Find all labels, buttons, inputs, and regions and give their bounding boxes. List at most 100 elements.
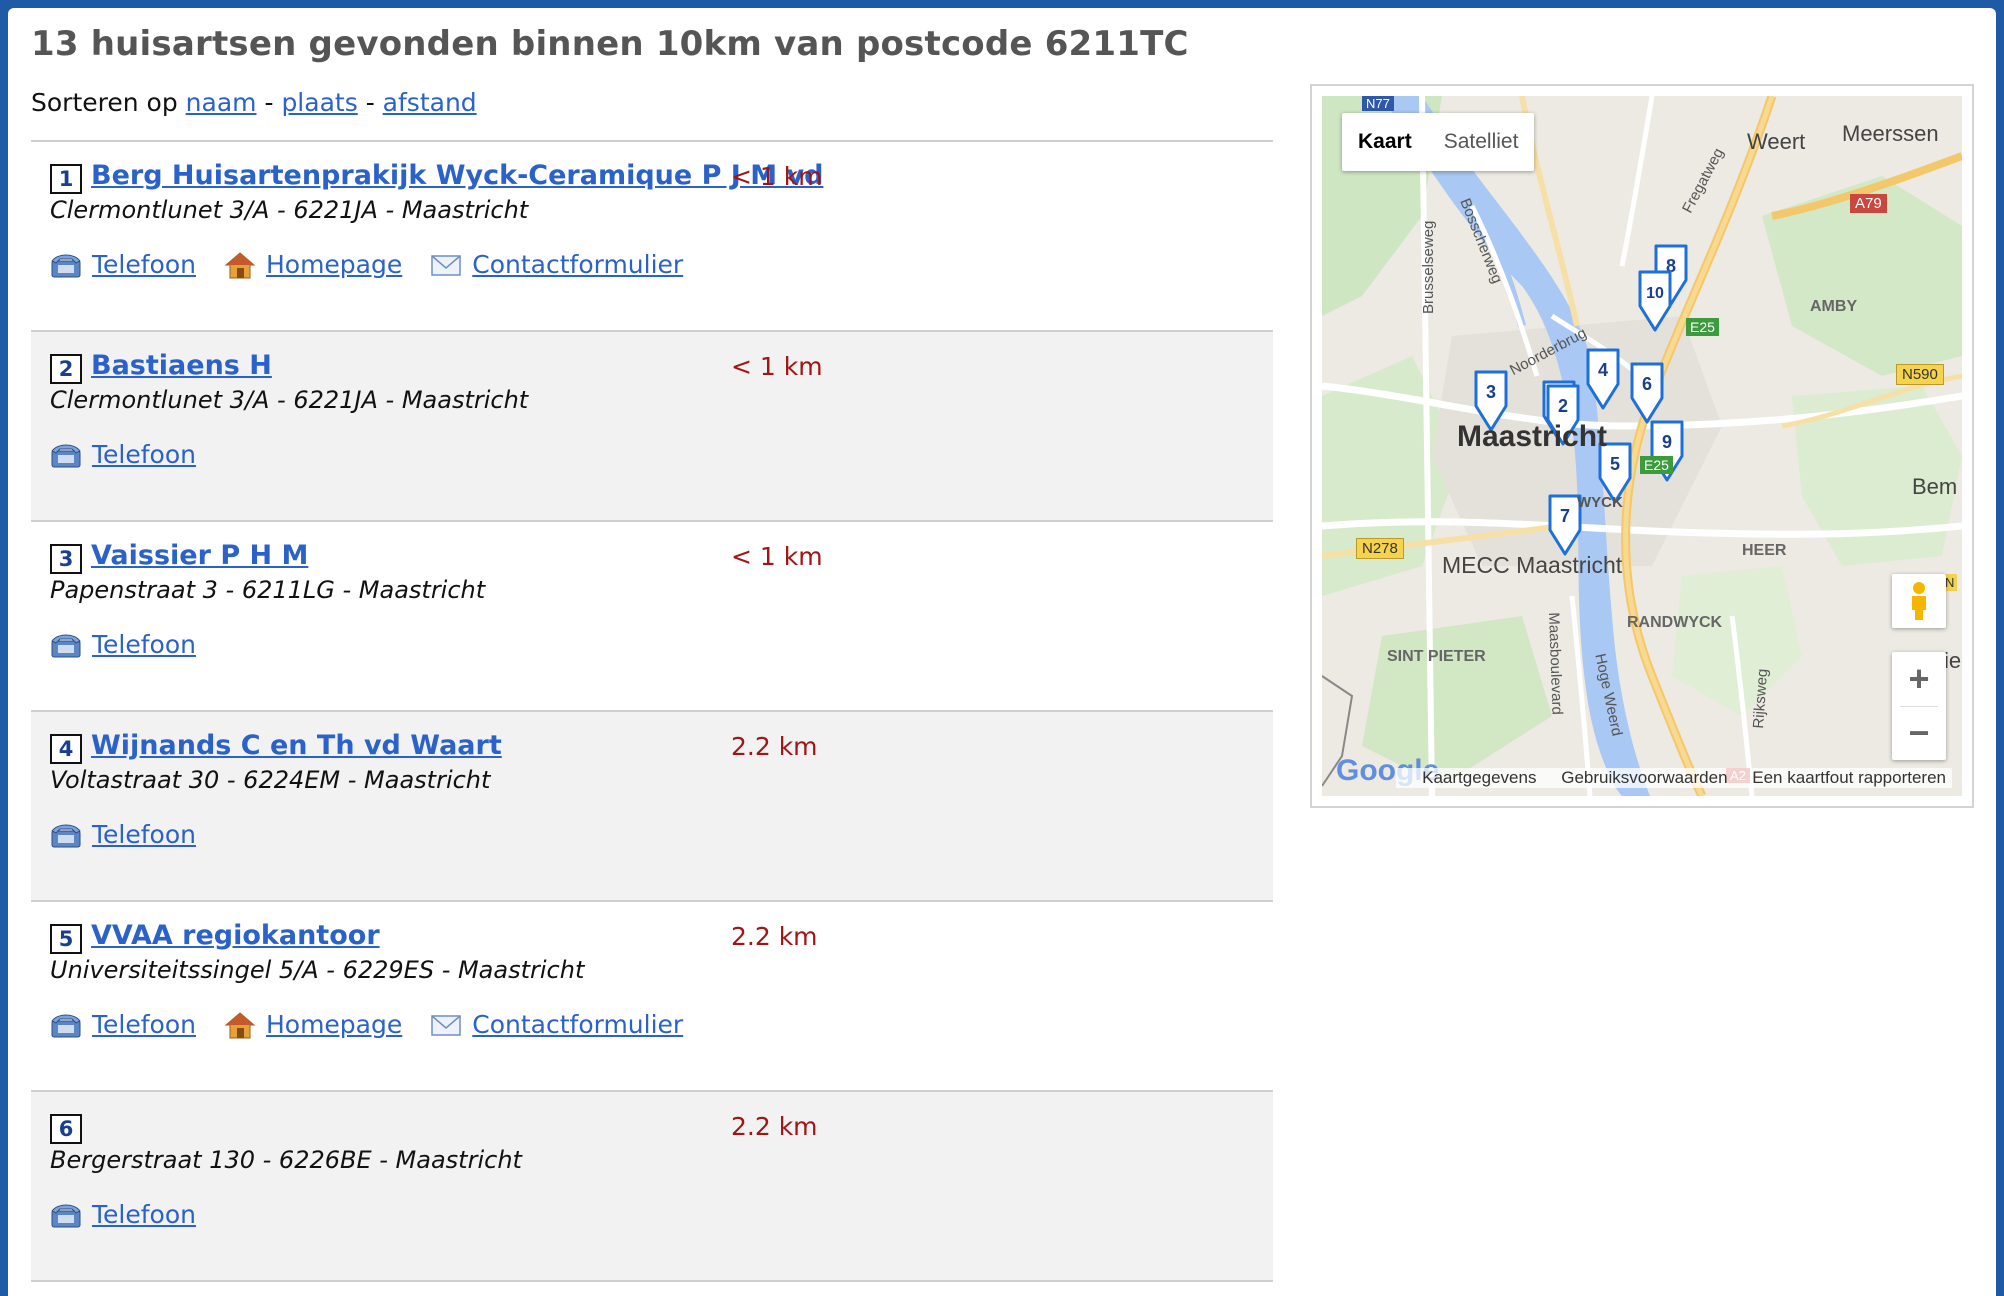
road-fregatweg [1619,96,1655,267]
map-label-town: Weert [1747,129,1806,154]
sort-separator: - [365,88,375,117]
telefoon-link[interactable]: Telefoon [92,250,196,279]
house-icon[interactable] [224,251,256,279]
road-shield-n77: N77 [1362,96,1394,111]
result-address: Bergerstraat 130 - 6226BE - Maastricht [50,1146,522,1174]
result-name-link[interactable]: Wijnands C en Th vd Waart [91,730,502,761]
zoom-in-button[interactable]: + [1892,652,1946,706]
sort-by-distance-link[interactable]: afstand [383,88,477,117]
action-contactformulier[interactable]: Contactformulier [430,1010,683,1039]
road-shield-a79: A79 [1850,194,1887,213]
result-actions: Telefoon [50,1200,224,1229]
action-telefoon[interactable]: Telefoon [50,1010,196,1039]
result-distance: 2.2 km [731,732,818,761]
telefoon-link[interactable]: Telefoon [92,630,196,659]
sort-by-name-link[interactable]: naam [186,88,257,117]
result-number-badge: 4 [50,734,82,764]
sort-by-place-link[interactable]: plaats [281,88,357,117]
terms-link[interactable]: Gebruiksvoorwaarden [1561,768,1727,787]
result-address: Voltastraat 30 - 6224EM - Maastricht [50,766,491,794]
street-view-pegman-icon[interactable] [1892,574,1946,628]
results-list: 1 Berg Huisartenprakijk Wyck-Ceramique P … [31,140,1273,1282]
action-telefoon[interactable]: Telefoon [50,820,196,849]
result-row: 4 Wijnands C en Th vd Waart 2.2 km Voltastr… [31,712,1273,902]
phone-icon[interactable] [50,441,82,469]
map-marker-label: 7 [1560,506,1570,526]
result-name-link[interactable]: Vaissier P H M [91,540,308,571]
result-row: 1 Berg Huisartenprakijk Wyck-Ceramique P … [31,142,1273,332]
result-number-badge: 6 [50,1114,82,1144]
phone-icon[interactable] [50,251,82,279]
envelope-icon[interactable] [430,1011,462,1039]
park-area [1322,356,1462,596]
envelope-icon[interactable] [430,251,462,279]
homepage-link[interactable]: Homepage [266,250,402,279]
map-type-satellite-button[interactable]: Satelliet [1428,113,1535,171]
result-row: 3 Vaissier P H M < 1 km Papenstraat 3 - 621… [31,522,1273,712]
result-address: Papenstraat 3 - 6211LG - Maastricht [50,576,486,604]
road-shield-n278: N278 [1356,538,1404,559]
result-distance: < 1 km [731,162,823,191]
telefoon-link[interactable]: Telefoon [92,1200,196,1229]
action-homepage[interactable]: Homepage [224,1010,402,1039]
action-telefoon[interactable]: Telefoon [50,1200,196,1229]
contactformulier-link[interactable]: Contactformulier [472,1010,683,1039]
telefoon-link[interactable]: Telefoon [92,820,196,849]
map-label-town: Meerssen [1842,121,1939,146]
zoom-out-button[interactable]: − [1892,706,1946,760]
house-icon[interactable] [224,1011,256,1039]
phone-icon[interactable] [50,1011,82,1039]
result-actions: Telefoon [50,630,224,659]
map-marker-label: 6 [1642,374,1652,394]
action-homepage[interactable]: Homepage [224,250,402,279]
road-shield-e25: E25 [1686,318,1719,336]
map-label-district: AMBY [1810,298,1858,315]
phone-icon[interactable] [50,1201,82,1229]
map-marker-label: 3 [1486,382,1496,402]
action-telefoon[interactable]: Telefoon [50,440,196,469]
result-number-badge: 5 [50,924,82,954]
map-marker-label: 4 [1598,360,1608,380]
result-actions: Telefoon [50,440,224,469]
phone-icon[interactable] [50,821,82,849]
map-label-district: SINT PIETER [1387,648,1486,665]
result-distance: 2.2 km [731,922,818,951]
map-footer-links: Kaartgegevens Gebruiksvoorwaarden Een ka… [1396,768,1952,788]
report-error-link[interactable]: Een kaartfout rapporteren [1752,768,1946,787]
map-marker-label: 9 [1662,432,1672,452]
action-telefoon[interactable]: Telefoon [50,250,196,279]
telefoon-link[interactable]: Telefoon [92,440,196,469]
sort-separator: - [264,88,274,117]
map-type-control: Kaart Satelliet [1342,113,1535,171]
map-label-street: Brusselseweg [1420,220,1437,314]
result-name-link[interactable]: Bastiaens H [91,350,272,381]
action-telefoon[interactable]: Telefoon [50,630,196,659]
map-label-district: HEER [1742,542,1787,559]
map-label-city: Maastricht [1457,420,1608,453]
result-row: 6 2.2 km Bergerstraat 130 - 6226BE - Maast… [31,1092,1273,1282]
result-number-badge: 3 [50,544,82,574]
result-name-link[interactable]: Berg Huisartenprakijk Wyck-Ceramique P J… [91,160,823,191]
homepage-link[interactable]: Homepage [266,1010,402,1039]
result-address: Clermontlunet 3/A - 6221JA - Maastricht [50,386,529,414]
map-label-street: Maasboulevard [1545,612,1566,716]
result-name-link[interactable]: VVAA regiokantoor [91,920,380,951]
map-label-town: Bem [1912,474,1958,499]
contactformulier-link[interactable]: Contactformulier [472,250,683,279]
map[interactable]: 12345678910 Maastricht WYCK MECC Maastri… [1322,96,1962,796]
road-shield-e25: E25 [1640,456,1673,474]
map-marker-label: 2 [1558,396,1568,416]
phone-icon[interactable] [50,631,82,659]
map-panel: 12345678910 Maastricht WYCK MECC Maastri… [1310,84,1974,808]
map-label-town: ier [1944,648,1962,673]
result-distance: < 1 km [731,352,823,381]
action-contactformulier[interactable]: Contactformulier [430,250,683,279]
result-address: Universiteitssingel 5/A - 6229ES - Maast… [50,956,585,984]
map-type-kaart-button[interactable]: Kaart [1342,113,1428,171]
page-title: 13 huisartsen gevonden binnen 10km van p… [31,24,1189,64]
road-shield-n590: N590 [1896,364,1944,385]
map-data-link[interactable]: Kaartgegevens [1422,768,1536,787]
result-actions: Telefoon [50,820,224,849]
telefoon-link[interactable]: Telefoon [92,1010,196,1039]
result-row: 5 VVAA regiokantoor 2.2 km Universiteitssin… [31,902,1273,1092]
